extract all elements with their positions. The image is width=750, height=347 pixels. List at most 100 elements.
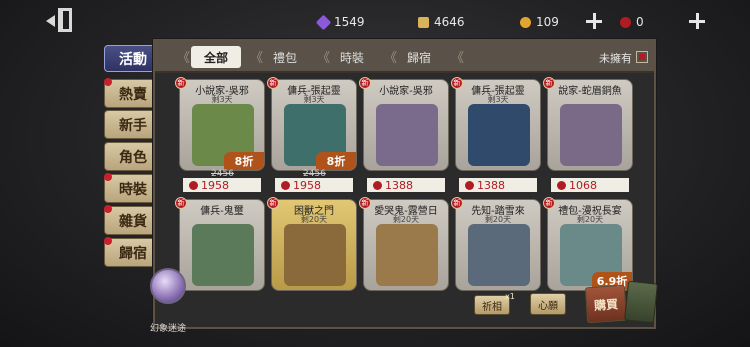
red-gem-icon — [281, 180, 290, 190]
coin-currency: 109 — [520, 13, 559, 31]
discount-badge: 8折 — [224, 152, 264, 170]
tab-all-label: 全部 — [203, 50, 228, 65]
back-button[interactable] — [46, 6, 80, 36]
side-tab-label: 熱賣 — [119, 86, 147, 103]
red-gem-icon — [557, 180, 566, 190]
new-badge-icon: 新 — [267, 197, 279, 209]
red-gem-currency: 0 — [620, 13, 644, 31]
price-value: 1958 — [293, 178, 321, 192]
side-tab-label: 活動 — [119, 51, 147, 68]
price-tag: 1958 — [183, 178, 261, 192]
side-tab-label: 雜貨 — [119, 213, 147, 230]
item-card[interactable]: 傭兵-張起靈 剩3天 8折 — [271, 79, 357, 171]
tab-gift[interactable]: 禮包 — [263, 46, 307, 68]
item-art — [560, 104, 622, 166]
notification-dot — [104, 237, 112, 245]
tab-more[interactable] — [464, 46, 484, 68]
buy-button[interactable]: 購買 — [584, 284, 628, 324]
notification-dot — [104, 173, 112, 181]
red-gem-icon — [465, 180, 474, 190]
category-bar: 《 全部 《 禮包 《 時裝 《 歸宿 《 未擁有 — [155, 41, 654, 73]
unowned-filter-checkbox[interactable] — [636, 51, 648, 63]
tab-home[interactable]: 歸宿 — [397, 46, 441, 68]
new-badge-icon: 新 — [267, 77, 279, 89]
divider-icon: 《 — [451, 51, 465, 66]
price-tag: 1958 — [275, 178, 353, 192]
notification-dot — [104, 205, 112, 213]
new-badge-icon: 新 — [543, 197, 555, 209]
item-card[interactable]: 傭兵-鬼璽 — [179, 199, 265, 291]
item-art — [468, 104, 530, 166]
price-tag: 1388 — [367, 178, 445, 192]
gift-box-icon[interactable] — [623, 280, 659, 324]
new-badge-icon: 新 — [175, 197, 187, 209]
price-value: 1388 — [477, 178, 505, 192]
price-value: 1958 — [201, 178, 229, 192]
chevron-left-icon: 《 — [177, 51, 191, 66]
item-name: 小說家-吳邪 — [379, 86, 433, 97]
item-art — [468, 224, 530, 286]
add-coin-button[interactable] — [585, 12, 603, 30]
price-tag: 1068 — [551, 178, 629, 192]
wish-button[interactable]: 心願 — [530, 293, 566, 315]
item-art — [376, 224, 438, 286]
item-art — [284, 224, 346, 286]
shop-panel: 《 全部 《 禮包 《 時裝 《 歸宿 《 未擁有 小說家-吳邪 剩3天 8折 … — [153, 39, 656, 329]
wish-button-label: 心願 — [538, 300, 558, 312]
fragment-currency: 4646 — [418, 13, 465, 31]
door-icon — [58, 8, 72, 32]
divider-icon: 《 — [317, 51, 331, 66]
top-bar: 1549 4646 109 0 — [0, 0, 750, 42]
side-tab-label: 時裝 — [119, 181, 147, 198]
buy-button-label: 購買 — [593, 296, 619, 313]
fragment-count: 4646 — [434, 15, 465, 29]
item-card[interactable]: 傭兵-張起靈 剩3天 — [455, 79, 541, 171]
tab-costume[interactable]: 時裝 — [330, 46, 374, 68]
pray-button-label: 祈相 — [482, 301, 502, 313]
tab-all[interactable]: 全部 — [191, 46, 241, 68]
divider-icon: 《 — [250, 51, 264, 66]
new-badge-icon: 新 — [359, 197, 371, 209]
add-red-gem-button[interactable] — [688, 12, 706, 30]
gem-currency: 1549 — [315, 13, 365, 31]
divider-icon: 《 — [384, 51, 398, 66]
item-name: 說家-蛇眉銅魚 — [558, 86, 622, 97]
side-tab-label: 新手 — [119, 117, 147, 134]
price-tag: 1388 — [459, 178, 537, 192]
side-tab-label: 歸宿 — [119, 245, 147, 262]
item-art — [376, 104, 438, 166]
new-badge-icon: 新 — [451, 77, 463, 89]
purple-gem-icon — [315, 14, 332, 30]
item-card[interactable]: 小說家-吳邪 剩3天 8折 — [179, 79, 265, 171]
item-card[interactable]: 愛哭鬼-露營日 剩20天 — [363, 199, 449, 291]
side-tab-label: 角色 — [119, 149, 147, 166]
red-gem-count: 0 — [636, 15, 644, 29]
pray-count-badge: x1 — [505, 292, 515, 301]
item-card[interactable]: 說家-蛇眉銅魚 — [547, 79, 633, 171]
crystal-label: 幻象迷途 — [150, 324, 187, 334]
puzzle-fragment-icon — [418, 16, 429, 28]
new-badge-icon: 新 — [359, 77, 371, 89]
item-art — [192, 224, 254, 286]
new-badge-icon: 新 — [451, 197, 463, 209]
new-badge-icon: 新 — [543, 77, 555, 89]
notification-dot — [104, 78, 112, 86]
red-gem-icon — [189, 180, 198, 190]
gold-coin-icon — [520, 16, 531, 28]
tab-home-label: 歸宿 — [406, 50, 431, 65]
gem-count: 1549 — [334, 15, 365, 29]
item-card[interactable]: 困獸之門 剩20天 — [271, 199, 357, 291]
item-card[interactable]: 小說家-吳邪 — [363, 79, 449, 171]
item-name: 傭兵-鬼璽 — [200, 206, 244, 217]
coin-count: 109 — [536, 15, 559, 29]
illusion-crystal-ball[interactable] — [150, 268, 186, 304]
red-gem-icon — [620, 16, 631, 28]
tab-costume-label: 時裝 — [339, 50, 364, 65]
price-value: 1388 — [385, 178, 413, 192]
tab-gift-label: 禮包 — [272, 50, 297, 65]
item-card[interactable]: 禮包-漫祝長宴 剩20天 6.9折 — [547, 199, 633, 291]
price-value: 1068 — [569, 178, 597, 192]
discount-badge: 8折 — [316, 152, 356, 170]
item-card[interactable]: 先知-踏雪來 剩20天 — [455, 199, 541, 291]
new-badge-icon: 新 — [175, 77, 187, 89]
